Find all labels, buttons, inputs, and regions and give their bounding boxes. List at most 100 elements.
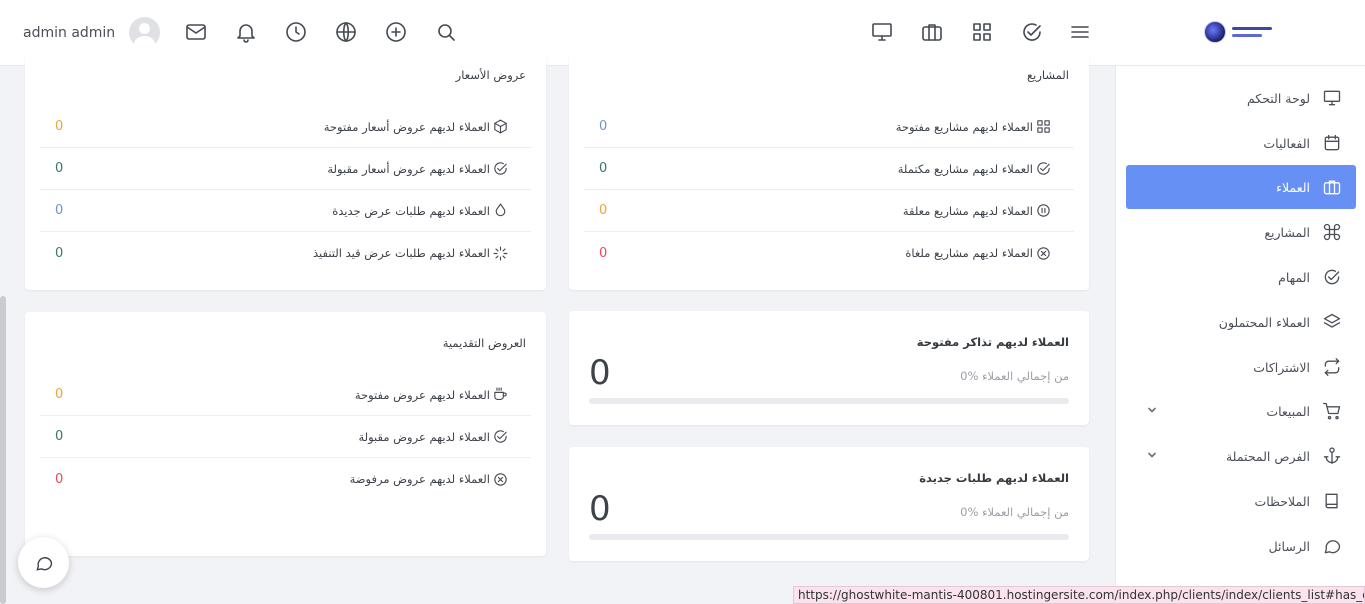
sidebar-item-label: المهام — [1278, 269, 1310, 285]
logo-text — [1232, 25, 1272, 39]
sidebar-item-label: الفرص المحتملة — [1225, 448, 1310, 464]
stat-title: العملاء لديهم تذاكر مفتوحة — [916, 335, 1069, 349]
check-circle-icon[interactable] — [1020, 20, 1044, 44]
row-label: العملاء لديهم مشاريع مكتملة — [897, 161, 1033, 176]
row-label: العملاء لديهم عروض مقبولة — [358, 429, 490, 444]
list-item[interactable]: 0 العملاء لديهم عروض مقبولة — [40, 416, 531, 458]
loader-icon — [493, 246, 508, 260]
list-item[interactable]: 0 العملاء لديهم عروض أسعار مقبولة — [40, 148, 531, 190]
count-value: 0 — [55, 471, 64, 487]
row-label: العملاء لديهم مشاريع مفتوحة — [895, 119, 1033, 134]
row-label: العملاء لديهم طلبات عرض قيد التنفيذ — [313, 246, 490, 260]
sidebar-item-messages[interactable]: الرسائل — [1126, 524, 1356, 568]
list-item[interactable]: 0 العملاء لديهم مشاريع مفتوحة — [584, 106, 1074, 148]
row-label: العملاء لديهم عروض مرفوضة — [349, 472, 490, 486]
coffee-icon — [494, 387, 507, 401]
sidebar-item-clients[interactable]: العملاء — [1126, 165, 1356, 209]
chat-button[interactable] — [18, 537, 69, 588]
logo-globe-icon — [1204, 21, 1226, 43]
monitor-icon[interactable] — [870, 20, 894, 44]
command-icon — [1323, 223, 1341, 241]
count-value: 0 — [55, 245, 64, 261]
row-label: العملاء لديهم مشاريع ملغاة — [905, 246, 1033, 260]
open-tickets-card[interactable]: العملاء لديهم تذاكر مفتوحة 0 0% من إجمال… — [569, 311, 1089, 425]
new-orders-card[interactable]: العملاء لديهم طلبات جديدة 0 0% من إجمالي… — [569, 447, 1089, 561]
layers-icon — [1323, 313, 1341, 328]
grid-icon — [1037, 120, 1050, 133]
droplet-icon — [495, 203, 506, 217]
search-icon[interactable] — [434, 20, 458, 44]
list-item[interactable]: 0 العملاء لديهم مشاريع مكتملة — [584, 148, 1074, 190]
check-circle-icon — [494, 430, 507, 443]
list-item[interactable]: 0 العملاء لديهم مشاريع ملغاة — [584, 232, 1074, 274]
user-name: admin admin — [23, 24, 116, 41]
check-circle-icon — [1324, 269, 1340, 285]
sidebar-item-label: المبيعات — [1266, 403, 1310, 419]
list-item[interactable]: 0 العملاء لديهم عروض مرفوضة — [40, 458, 531, 500]
menu-icon[interactable] — [1068, 20, 1092, 44]
cart-icon — [1323, 402, 1341, 420]
projects-card: المشاريع 0 العملاء لديهم مشاريع مفتوحة 0… — [569, 50, 1089, 290]
count-value: 0 — [55, 387, 64, 402]
briefcase-icon[interactable] — [920, 20, 944, 44]
bell-icon[interactable] — [234, 20, 258, 44]
scrollbar[interactable] — [0, 296, 6, 604]
repeat-icon — [1324, 358, 1340, 376]
list-item[interactable]: 0 العملاء لديهم عروض أسعار مفتوحة — [40, 106, 531, 148]
stat-title: العملاء لديهم طلبات جديدة — [919, 471, 1069, 485]
calendar-icon — [1324, 134, 1340, 151]
card-title: العروض التقديمية — [442, 336, 526, 350]
check-circle-icon — [1037, 162, 1050, 175]
mail-icon[interactable] — [184, 20, 208, 44]
row-label: العملاء لديهم عروض مفتوحة — [354, 387, 490, 402]
count-value: 0 — [599, 245, 608, 261]
brand-logo[interactable] — [1204, 17, 1278, 47]
list-item[interactable]: 0 العملاء لديهم عروض مفتوحة — [40, 374, 531, 416]
sidebar-item-label: الملاحظات — [1254, 493, 1310, 509]
row-label: العملاء لديهم عروض أسعار مقبولة — [327, 161, 490, 176]
list-item[interactable]: 0 العملاء لديهم مشاريع معلقة — [584, 190, 1074, 232]
user-menu[interactable]: admin admin — [23, 17, 161, 48]
anchor-icon — [1323, 447, 1341, 465]
avatar[interactable] — [129, 17, 161, 48]
stat-subtitle: 0% من إجمالي العملاء — [960, 369, 1069, 383]
progress-bar — [589, 398, 1069, 404]
count-value: 0 — [55, 161, 64, 176]
x-circle-icon — [1037, 246, 1050, 260]
card-title: المشاريع — [1027, 68, 1069, 82]
list-item[interactable]: 0 العملاء لديهم طلبات عرض جديدة — [40, 190, 531, 232]
message-icon — [1324, 540, 1341, 554]
count-value: 0 — [55, 203, 64, 218]
sidebar-item-subscriptions[interactable]: الاشتراكات — [1126, 345, 1356, 389]
chat-icon — [35, 556, 52, 571]
globe-icon[interactable] — [334, 20, 358, 44]
sidebar-item-tasks[interactable]: المهام — [1126, 255, 1356, 299]
sidebar-item-label: المشاريع — [1264, 224, 1310, 240]
count-value: 0 — [55, 429, 64, 444]
pause-circle-icon — [1037, 204, 1050, 217]
clock-icon[interactable] — [284, 20, 308, 44]
sidebar-item-events[interactable]: الفعاليات — [1126, 121, 1356, 165]
sidebar-item-dashboard[interactable]: لوحة التحكم — [1126, 76, 1356, 120]
sidebar-item-label: الاشتراكات — [1253, 359, 1310, 375]
sidebar-item-label: العملاء المحتملون — [1218, 314, 1310, 330]
sidebar-item-label: الرسائل — [1268, 538, 1310, 554]
row-label: العملاء لديهم مشاريع معلقة — [902, 203, 1033, 218]
stat-value: 0 — [589, 489, 611, 529]
sidebar-item-opportunities[interactable]: الفرص المحتملة — [1126, 434, 1356, 478]
sidebar-item-notes[interactable]: الملاحظات — [1126, 479, 1356, 523]
sidebar-item-sales[interactable]: المبيعات — [1126, 389, 1356, 433]
row-label: العملاء لديهم طلبات عرض جديدة — [332, 203, 490, 218]
grid-icon[interactable] — [970, 20, 994, 44]
list-item[interactable]: 0 العملاء لديهم طلبات عرض قيد التنفيذ — [40, 232, 531, 274]
sidebar-item-leads[interactable]: العملاء المحتملون — [1126, 300, 1356, 344]
progress-bar — [589, 534, 1069, 540]
chevron-down-icon — [1146, 449, 1158, 461]
plus-circle-icon[interactable] — [384, 20, 408, 44]
check-circle-icon — [494, 162, 507, 175]
sidebar-item-projects[interactable]: المشاريع — [1126, 210, 1356, 254]
book-icon — [1325, 493, 1338, 509]
stat-subtitle: 0% من إجمالي العملاء — [960, 505, 1069, 519]
sidebar-item-label: العملاء — [1276, 179, 1310, 195]
box-icon — [494, 119, 507, 134]
